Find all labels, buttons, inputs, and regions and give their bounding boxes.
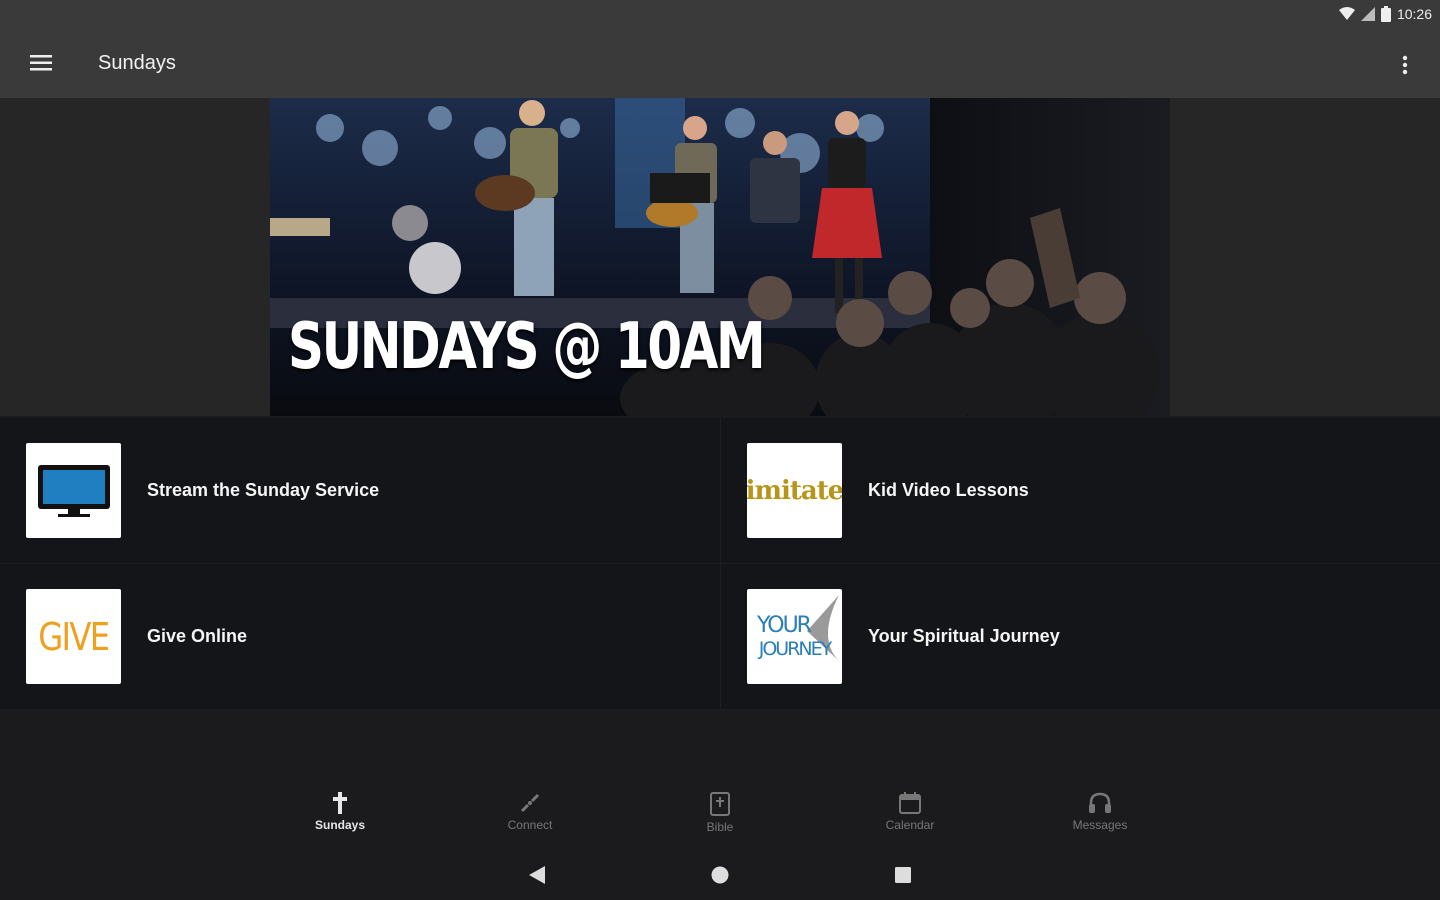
tile-label: Kid Video Lessons bbox=[868, 480, 1029, 500]
nav-item-messages[interactable]: Messages bbox=[1040, 792, 1160, 832]
home-icon bbox=[711, 866, 729, 884]
nav-item-calendar[interactable]: Calendar bbox=[850, 792, 970, 832]
tile-thumbnail: imitate bbox=[747, 443, 842, 538]
bottom-navigation: Sundays Connect Bible Calendar Messages bbox=[0, 780, 1440, 846]
hamburger-menu-button[interactable] bbox=[0, 28, 82, 98]
back-icon bbox=[529, 866, 545, 884]
system-back-button[interactable] bbox=[522, 862, 552, 888]
status-bar: 10:26 bbox=[0, 0, 1440, 28]
tile-label: Give Online bbox=[147, 626, 248, 646]
nav-label: Messages bbox=[1072, 818, 1128, 832]
hero-strip: SUNDAYS @ 10AM bbox=[0, 98, 1440, 416]
tile-thumbnail bbox=[26, 443, 121, 538]
monitor-icon bbox=[37, 464, 110, 517]
system-navigation-bar bbox=[0, 850, 1440, 900]
system-recents-button[interactable] bbox=[888, 862, 918, 888]
journey-logo-line2: JOURNEY bbox=[758, 638, 832, 660]
headphones-icon bbox=[1089, 792, 1111, 813]
app-bar: Sundays bbox=[0, 28, 1440, 98]
nav-label: Sundays bbox=[314, 818, 365, 832]
wifi-icon bbox=[1338, 7, 1355, 20]
page-title: Sundays bbox=[98, 51, 176, 74]
system-home-button[interactable] bbox=[705, 862, 735, 888]
recents-icon bbox=[895, 867, 911, 883]
more-vert-icon bbox=[1402, 55, 1408, 75]
give-logo: GIVE bbox=[38, 614, 110, 659]
status-time: 10:26 bbox=[1396, 6, 1432, 22]
hero-banner: SUNDAYS @ 10AM bbox=[270, 98, 1170, 416]
imitate-logo: imitate bbox=[747, 475, 842, 506]
tile-spiritual-journey[interactable]: YOUR JOURNEY Your Spiritual Journey bbox=[720, 564, 1440, 710]
tile-give-online[interactable]: GIVE Give Online bbox=[0, 564, 720, 710]
tile-label: Your Spiritual Journey bbox=[868, 626, 1060, 646]
hero-headline: SUNDAYS @ 10AM bbox=[288, 310, 766, 384]
nav-item-bible[interactable]: Bible bbox=[660, 792, 780, 834]
nav-label: Bible bbox=[706, 820, 734, 834]
nav-item-connect[interactable]: Connect bbox=[470, 792, 590, 832]
feature-tiles: Stream the Sunday Service imitate Kid Vi… bbox=[0, 418, 1440, 710]
signal-icon bbox=[1360, 7, 1375, 21]
nav-label: Connect bbox=[507, 818, 553, 832]
tile-stream-sunday-service[interactable]: Stream the Sunday Service bbox=[0, 418, 720, 564]
cross-icon bbox=[333, 792, 347, 814]
calendar-icon bbox=[899, 792, 921, 814]
nav-label: Calendar bbox=[885, 818, 935, 832]
connect-icon bbox=[520, 793, 540, 813]
tile-thumbnail: YOUR JOURNEY bbox=[747, 589, 842, 684]
journey-logo-line1: YOUR bbox=[757, 613, 812, 638]
nav-item-sundays[interactable]: Sundays bbox=[280, 792, 400, 832]
battery-icon bbox=[1380, 6, 1391, 22]
tile-label: Stream the Sunday Service bbox=[147, 480, 380, 500]
tile-thumbnail: GIVE bbox=[26, 589, 121, 684]
tile-kid-video-lessons[interactable]: imitate Kid Video Lessons bbox=[720, 418, 1440, 564]
overflow-menu-button[interactable] bbox=[1390, 50, 1420, 80]
bible-icon bbox=[710, 792, 730, 816]
hamburger-menu-icon bbox=[30, 55, 52, 71]
